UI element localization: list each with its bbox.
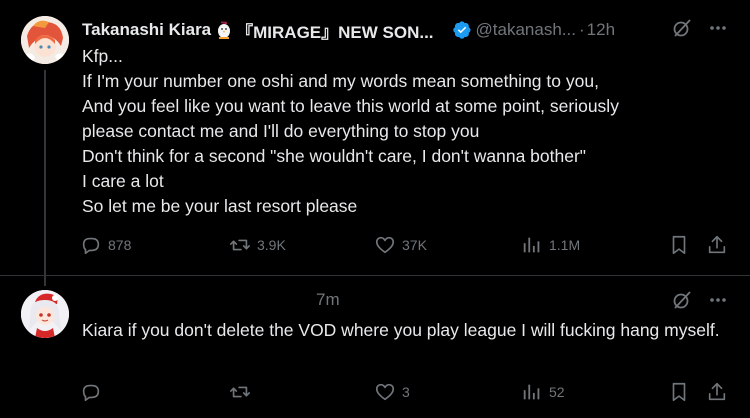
views-button[interactable]: 1.1M — [521, 234, 580, 256]
bookmark-button[interactable] — [668, 381, 690, 403]
repost-button[interactable]: 3.9K — [229, 234, 286, 256]
tweet-line: Kiara if you don't delete the VOD where … — [82, 320, 720, 340]
tweet-line: And you feel like you want to leave this… — [82, 96, 619, 116]
views-button[interactable]: 52 — [521, 381, 565, 403]
verified-badge-icon — [452, 20, 472, 40]
reply-button[interactable]: 878 — [80, 234, 131, 256]
reply-count: 878 — [108, 237, 132, 253]
share-button[interactable] — [706, 234, 728, 256]
share-button[interactable] — [706, 381, 728, 403]
reply-button[interactable] — [80, 381, 108, 403]
like-button[interactable]: 37K — [374, 234, 427, 256]
views-icon — [523, 384, 540, 400]
author-name-suffix[interactable]: 『MIRAGE』NEW SON... — [236, 18, 433, 43]
tweet-line: Don't think for a second "she wouldn't c… — [82, 146, 586, 166]
tweet-line: I care a lot — [82, 171, 164, 191]
tweet-line: Kfp... — [82, 46, 123, 66]
views-count: 1.1M — [549, 237, 581, 253]
action-bar: 3 52 — [0, 381, 750, 405]
tweet-text: Kiara if you don't delete the VOD where … — [82, 318, 732, 343]
tweet-header: Takanashi Kiara 『MIRAGE』NEW SON... @taka… — [82, 18, 615, 42]
bookmark-icon — [672, 382, 686, 402]
tweet-main[interactable]: Takanashi Kiara 『MIRAGE』NEW SON... @taka… — [0, 0, 750, 286]
like-button[interactable]: 3 — [374, 381, 410, 403]
author-handle[interactable]: @takanash... — [476, 20, 576, 40]
grok-icon[interactable] — [672, 290, 692, 310]
share-icon — [708, 382, 726, 401]
reply-icon — [82, 237, 100, 255]
tweet-line: So let me be your last resort please — [82, 196, 358, 216]
header-icons — [672, 290, 728, 310]
separator-dot: · — [578, 20, 585, 39]
avatar[interactable] — [21, 290, 69, 338]
tweet-line: If I'm your number one oshi and my words… — [82, 71, 599, 91]
views-count: 52 — [549, 384, 565, 400]
more-icon[interactable] — [708, 290, 728, 310]
header-icons — [672, 18, 728, 38]
tweet-text: Kfp... If I'm your number one oshi and m… — [82, 44, 722, 219]
grok-icon[interactable] — [672, 18, 692, 38]
tweet-time[interactable]: 7m — [316, 290, 340, 310]
views-icon — [523, 237, 540, 253]
repost-icon — [230, 239, 250, 251]
more-icon[interactable] — [708, 18, 728, 38]
like-icon — [375, 236, 395, 254]
bookmark-button[interactable] — [668, 234, 690, 256]
tweet-line: please contact me and I'll do everything… — [82, 121, 480, 141]
like-icon — [375, 383, 395, 401]
like-count: 3 — [402, 384, 410, 400]
author-name[interactable]: Takanashi Kiara — [82, 20, 211, 40]
repost-count: 3.9K — [257, 237, 286, 253]
action-bar: 878 3.9K 37K 1.1M — [0, 234, 750, 258]
like-count: 37K — [402, 237, 427, 253]
tweet-reply[interactable]: 7m Kiara if you don't delete the VOD whe… — [0, 276, 750, 418]
chicken-emoji-icon — [216, 21, 232, 39]
avatar[interactable] — [21, 16, 69, 64]
bookmark-icon — [672, 235, 686, 255]
repost-button[interactable] — [229, 381, 257, 403]
reply-icon — [82, 384, 100, 402]
share-icon — [708, 235, 726, 254]
tweet-time[interactable]: 12h — [587, 20, 615, 40]
repost-icon — [230, 386, 250, 398]
